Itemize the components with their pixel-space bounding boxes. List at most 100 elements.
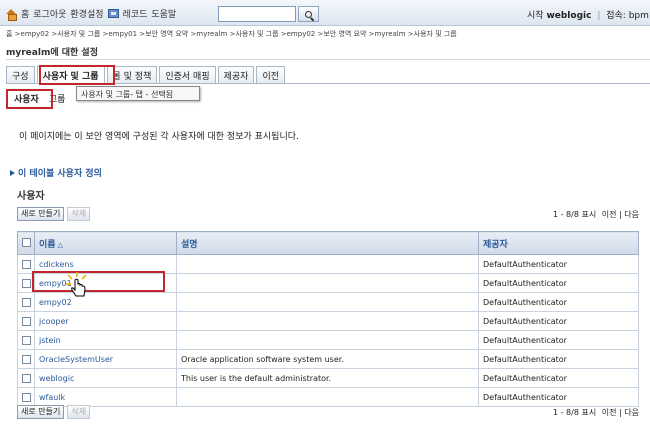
page-title: myrealm에 대한 설정 [6,45,650,60]
connected-label: 접속: bpm11g [606,11,650,21]
user-name-link[interactable]: wfaulk [39,393,65,402]
pager-bottom: 1 - 8/8 표시 이전 | 다음 [553,407,639,418]
search-button[interactable] [298,6,319,22]
pager-next-bottom[interactable]: 다음 [624,408,639,417]
select-all-cell [17,231,35,255]
provider-cell: DefaultAuthenticator [478,330,639,350]
home-link[interactable]: 홈 [21,7,29,20]
help-link[interactable]: 도움말 [151,7,176,20]
provider-cell: DefaultAuthenticator [478,368,639,388]
delete-button-bottom: 삭제 [67,405,91,419]
table-row: OracleSystemUser Oracle application soft… [17,349,639,369]
user-name-link[interactable]: jstein [39,336,61,345]
search-icon [305,10,312,18]
row-checkbox[interactable] [21,373,31,383]
search-input[interactable] [218,6,296,22]
tab-tooltip: 사용자 및 그룹- 탭 - 선택됨 [76,86,200,101]
description-cell [176,273,479,293]
users-table: 이름 △ 설명 제공자 cdickens DefaultAuthenticator… [17,231,639,407]
row-checkbox[interactable] [21,278,31,288]
row-checkbox-cell [17,292,35,312]
top-bar: 홈 로그아웃 환경설정 레코드 도움말 시작 weblogic | 접속: bp… [0,0,650,26]
column-header-description[interactable]: 설명 [176,231,479,255]
page-description: 이 페이지에는 이 보안 영역에 구성된 각 사용자에 대한 정보가 표시됩니다… [19,132,299,142]
table-row: jcooper DefaultAuthenticator [17,311,639,331]
table-row: jstein DefaultAuthenticator [17,330,639,350]
pager-next[interactable]: 다음 [624,210,639,219]
pager-count: 1 - 8/8 표시 [552,209,597,219]
welcome-prefix: 시작 [527,11,544,21]
row-checkbox-cell [17,311,35,331]
tab-credential-mappings[interactable]: 인증서 매핑 [159,66,216,83]
name-cell: OracleSystemUser [34,349,177,369]
pager: 1 - 8/8 표시 이전 | 다음 [553,209,639,220]
column-header-provider[interactable]: 제공자 [478,231,639,255]
select-all-checkbox[interactable] [21,238,31,247]
row-checkbox-cell [17,349,35,369]
table-toolbar-top: 새로 만들기 삭제 1 - 8/8 표시 이전 | 다음 [17,204,639,224]
provider-cell: DefaultAuthenticator [478,254,639,274]
preferences-link[interactable]: 환경설정 [70,7,103,20]
current-user: weblogic [546,11,592,21]
user-name-link[interactable]: jcooper [39,317,69,326]
tab-migration[interactable]: 이전 [256,66,286,83]
name-cell: empy02 [34,292,177,312]
table-header-row: 이름 △ 설명 제공자 [17,231,639,255]
hand-cursor-icon [66,272,87,297]
name-cell: jcooper [34,311,177,331]
logout-link[interactable]: 로그아웃 [33,7,66,20]
tab-configuration[interactable]: 구성 [6,66,35,83]
new-button-bottom[interactable]: 새로 만들기 [17,405,65,419]
name-cell: weblogic [34,368,177,388]
selected-row-highlight [32,271,165,292]
pager-prev[interactable]: 이전 [602,210,617,219]
row-checkbox[interactable] [21,297,31,307]
user-name-link[interactable]: cdickens [39,260,74,269]
sort-ascending-icon[interactable]: △ [58,241,63,249]
record-link[interactable]: 레코드 [123,7,148,20]
table-toolbar-bottom: 새로 만들기 삭제 1 - 8/8 표시 이전 | 다음 [17,402,639,422]
customize-table-label[interactable]: 이 테이블 사용자 정의 [18,166,102,179]
user-info: 시작 weblogic | 접속: bpm11g [527,8,650,21]
provider-cell: DefaultAuthenticator [478,273,639,293]
pager-separator: | [619,209,622,219]
description-cell [176,254,479,274]
customize-table-link[interactable]: 이 테이블 사용자 정의 [10,166,102,179]
delete-button: 삭제 [67,207,91,221]
user-name-link[interactable]: weblogic [39,374,74,383]
description-cell [176,330,479,350]
home-icon[interactable] [6,8,17,21]
name-cell: jstein [34,330,177,350]
user-name-link[interactable]: OracleSystemUser [39,355,113,364]
section-title: 사용자 [17,191,45,202]
table-row: weblogic This user is the default admini… [17,368,639,388]
expand-triangle-icon [10,169,15,176]
new-button[interactable]: 새로 만들기 [17,207,65,221]
pager-prev-bottom[interactable]: 이전 [602,408,617,417]
row-checkbox[interactable] [21,259,31,269]
row-checkbox[interactable] [21,316,31,326]
users-groups-tab-highlight [39,65,115,85]
row-checkbox[interactable] [21,335,31,345]
description-cell: Oracle application software system user. [176,349,479,369]
top-nav: 홈 로그아웃 환경설정 레코드 도움말 [6,7,176,21]
users-subtab-highlight [6,89,53,109]
row-checkbox[interactable] [21,354,31,364]
record-icon[interactable] [107,9,119,18]
description-cell [176,292,479,312]
tab-providers[interactable]: 제공자 [217,66,255,83]
description-cell: This user is the default administrator. [176,368,479,388]
row-checkbox-cell [17,368,35,388]
provider-cell: DefaultAuthenticator [478,292,639,312]
user-separator: | [597,11,601,21]
description-cell [176,311,479,331]
breadcrumb[interactable]: 홈 >empy02 >사용자 및 그룹 >empy01 >보안 영역 요약 >m… [6,29,457,39]
pager-separator-bottom: | [619,407,622,417]
row-checkbox-cell [17,330,35,350]
provider-cell: DefaultAuthenticator [478,349,639,369]
column-header-name-label[interactable]: 이름 [39,240,56,250]
provider-cell: DefaultAuthenticator [478,311,639,331]
column-header-name[interactable]: 이름 △ [34,231,177,255]
pager-count-bottom: 1 - 8/8 표시 [552,407,597,417]
row-checkbox[interactable] [21,392,31,402]
